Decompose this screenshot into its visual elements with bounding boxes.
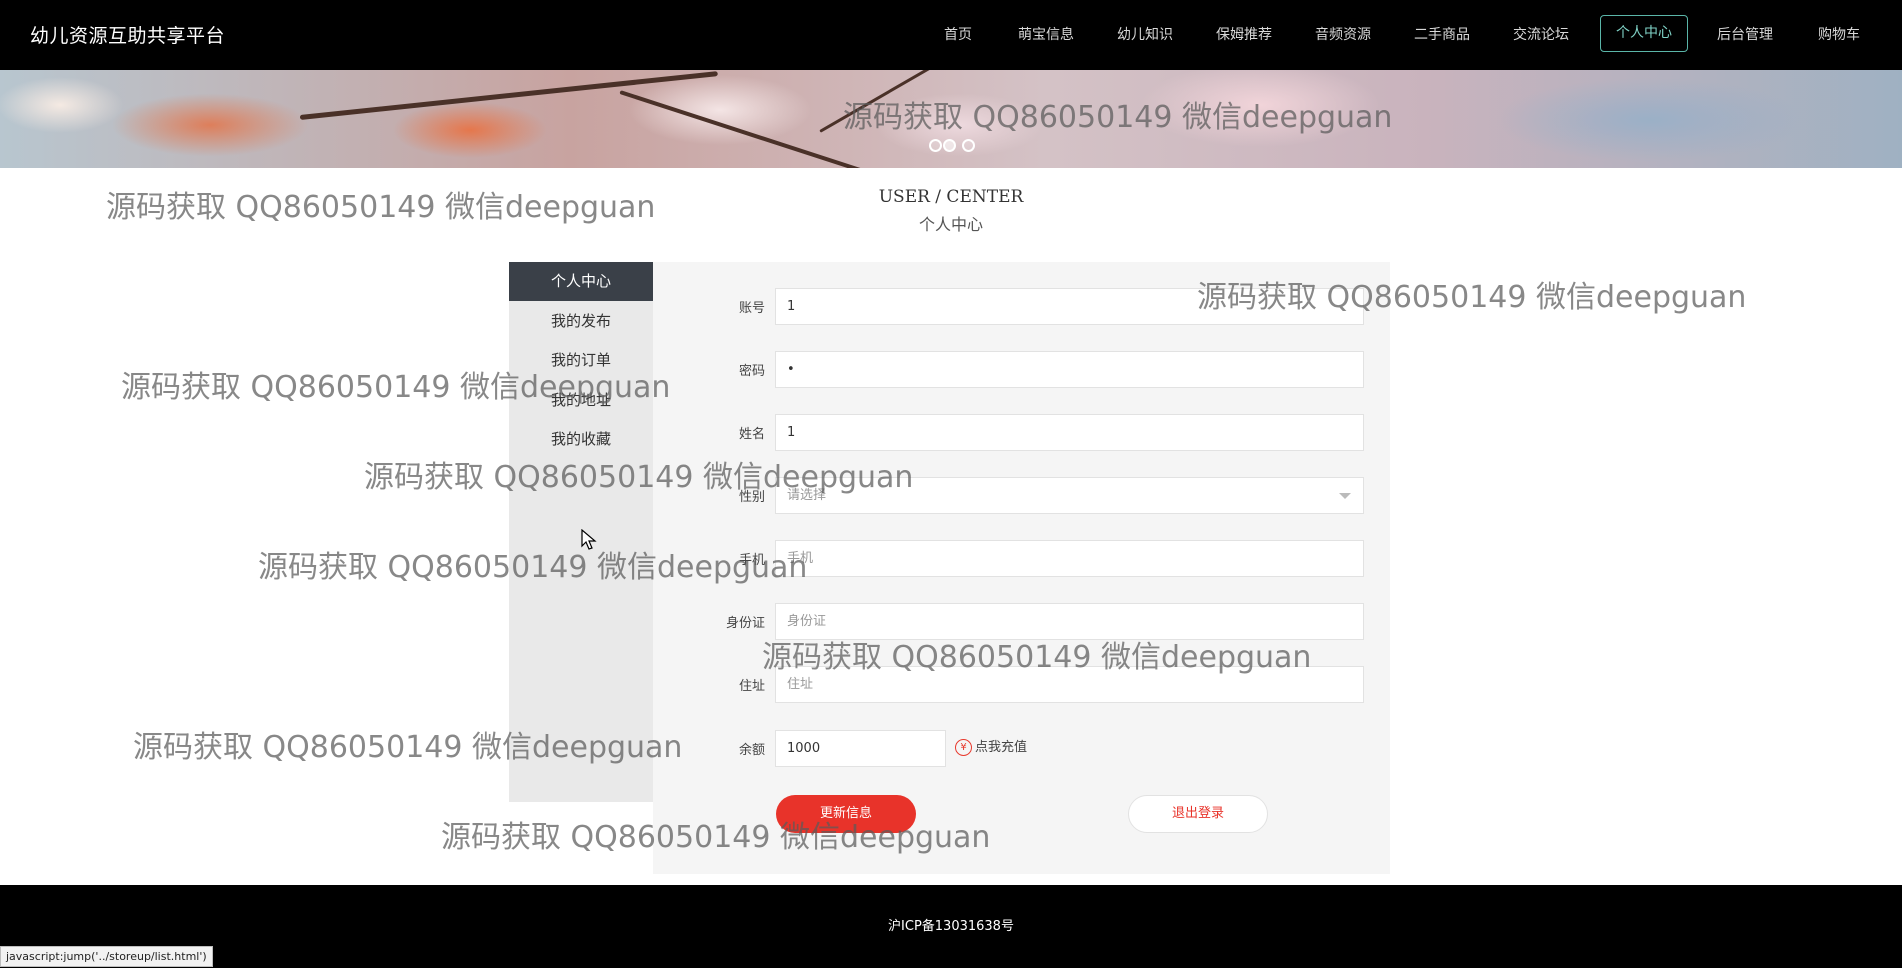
section-title-en: USER / CENTER (878, 187, 1024, 207)
nav-user-center[interactable]: 个人中心 (1600, 15, 1688, 52)
sidebar-item-my-orders[interactable]: 我的订单 (509, 341, 653, 380)
balance-input[interactable] (775, 730, 946, 767)
phone-label: 手机 (738, 553, 765, 568)
nav-child-knowledge[interactable]: 幼儿知识 (1117, 24, 1173, 44)
name-input[interactable] (775, 414, 1364, 451)
gender-select-value: 请选择 (787, 488, 827, 503)
balance-label: 余额 (738, 743, 765, 758)
password-input[interactable] (775, 351, 1364, 388)
sidebar-item-my-favorites[interactable]: 我的收藏 (509, 420, 653, 459)
footer: 沪ICP备13031638号 (0, 885, 1902, 968)
id-card-input[interactable] (775, 603, 1364, 640)
phone-input[interactable] (775, 540, 1364, 577)
account-input[interactable] (775, 288, 1364, 325)
nav-nanny-recommend[interactable]: 保姆推荐 (1216, 24, 1272, 44)
gender-select[interactable]: 请选择 (775, 477, 1364, 514)
section-title-cn: 个人中心 (918, 215, 983, 234)
banner-branch (619, 90, 906, 168)
browser-status-bar: javascript:jump('../storeup/list.html') (0, 946, 213, 967)
hero-banner-image (0, 70, 1902, 168)
chevron-down-icon (1339, 493, 1351, 499)
password-label: 密码 (738, 364, 765, 379)
address-label: 住址 (738, 679, 765, 694)
nav-admin[interactable]: 后台管理 (1717, 24, 1773, 44)
gender-label: 性别 (738, 490, 765, 505)
nav-cart[interactable]: 购物车 (1818, 24, 1860, 44)
nav-second-hand[interactable]: 二手商品 (1414, 24, 1470, 44)
banner-branch (299, 71, 718, 120)
carousel-dot[interactable] (929, 139, 942, 152)
recharge-label: 点我充值 (975, 740, 1028, 755)
nav-home[interactable]: 首页 (944, 24, 972, 44)
sidebar-item-my-posts[interactable]: 我的发布 (509, 302, 653, 341)
mouse-cursor-icon (581, 529, 597, 550)
nav-forum[interactable]: 交流论坛 (1513, 24, 1569, 44)
sidebar-item-my-address[interactable]: 我的地址 (509, 381, 653, 420)
address-input[interactable] (775, 666, 1364, 703)
name-label: 姓名 (738, 427, 765, 442)
top-navbar: 幼儿资源互助共享平台 首页 萌宝信息 幼儿知识 保姆推荐 音频资源 二手商品 交… (0, 0, 1902, 70)
logout-button[interactable]: 退出登录 (1128, 795, 1268, 833)
id-card-label: 身份证 (725, 616, 765, 631)
update-info-button[interactable]: 更新信息 (776, 795, 916, 833)
nav-audio-resources[interactable]: 音频资源 (1315, 24, 1371, 44)
icp-record: 沪ICP备13031638号 (888, 919, 1014, 934)
carousel-dot[interactable] (962, 139, 975, 152)
nav-baby-info[interactable]: 萌宝信息 (1018, 24, 1074, 44)
carousel-dot[interactable] (943, 139, 956, 152)
yen-icon: ¥ (955, 739, 972, 756)
recharge-link[interactable]: ¥ 点我充值 (955, 738, 1027, 758)
sidebar-item-user-center[interactable]: 个人中心 (509, 262, 653, 301)
banner-branch (819, 70, 968, 133)
site-brand[interactable]: 幼儿资源互助共享平台 (30, 21, 225, 48)
account-label: 账号 (738, 301, 765, 316)
